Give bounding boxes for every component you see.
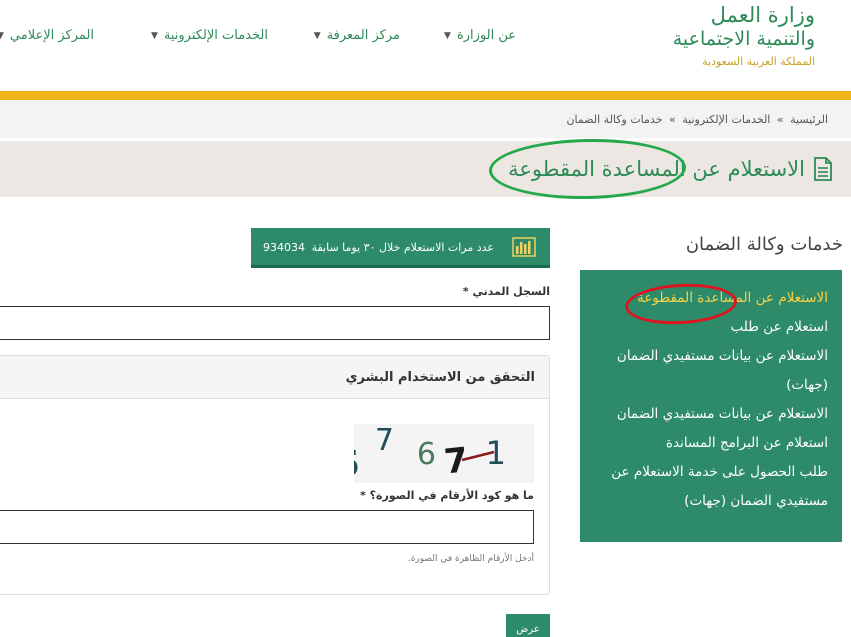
sidebar-item-request-service[interactable]: طلب الحصول على خدمة الاستعلام عن مستفيدي… xyxy=(590,458,828,516)
required-mark: * xyxy=(462,285,469,298)
logo-line-1: وزارة العمل xyxy=(710,3,815,27)
breadcrumb-home[interactable]: الرئيسية xyxy=(790,113,828,126)
stats-label: عدد مرات الاستعلام خلال ٣٠ يوما سابقة xyxy=(311,241,494,254)
captcha-digit: 7 xyxy=(375,424,394,458)
caret-down-icon: ▼ xyxy=(444,30,451,41)
sidebar-item-beneficiaries-entities[interactable]: الاستعلام عن بيانات مستفيدي الضمان (جهات… xyxy=(590,342,828,400)
captcha-digit: 6 xyxy=(417,437,436,472)
main-nav: عن الوزارة ▼ مركز المعرفة ▼ الخدمات الإلكت… xyxy=(0,28,851,48)
sidebar-menu: الاستعلام عن المساعدة المقطوعة استعلام ع… xyxy=(580,270,842,542)
captcha-question-label: ما هو كود الأرقام في الصورة؟ * xyxy=(360,489,534,502)
sidebar-item-request-inquiry[interactable]: استعلام عن طلب xyxy=(590,313,828,342)
nav-item-label: مركز المعرفة xyxy=(326,28,400,43)
document-icon xyxy=(814,157,832,181)
civil-id-input[interactable] xyxy=(0,306,550,340)
caret-down-icon: ▼ xyxy=(313,30,321,41)
breadcrumb-current[interactable]: خدمات وكالة الضمان xyxy=(566,113,662,126)
civil-id-label: السجل المدني * xyxy=(463,285,550,298)
captcha-helper-text: أدخل الأرقام الظاهرة في الصورة. xyxy=(407,554,534,564)
breadcrumb-separator: » xyxy=(776,113,784,126)
header-accent-bar xyxy=(0,91,851,100)
bar-chart-icon xyxy=(512,237,536,257)
captcha-digit: 5 xyxy=(354,444,360,483)
show-button[interactable]: عرض xyxy=(506,614,550,637)
page-title: الاستعلام عن المساعدة المقطوعة xyxy=(508,157,805,181)
required-mark: * xyxy=(359,489,366,502)
civil-id-label-text: السجل المدني xyxy=(472,285,550,298)
breadcrumb-e-services[interactable]: الخدمات الإلكترونية xyxy=(682,113,770,126)
breadcrumb-separator: » xyxy=(669,113,676,126)
nav-item-label: الخدمات الإلكترونية xyxy=(163,28,268,43)
captcha-panel-header: التحقق من الاستخدام البشري xyxy=(0,356,549,399)
stats-tab[interactable]: عدد مرات الاستعلام خلال ٣٠ يوما سابقة 93… xyxy=(251,228,550,268)
sidebar-item-beneficiaries[interactable]: الاستعلام عن بيانات مستفيدي الضمان xyxy=(590,400,828,429)
stats-value: 934034 xyxy=(263,241,305,254)
nav-item-knowledge-center[interactable]: مركز المعرفة ▼ xyxy=(314,28,400,43)
captcha-digit: 7 xyxy=(442,440,470,482)
breadcrumb-band: الرئيسية » الخدمات الإلكترونية » خدمات و… xyxy=(0,100,851,138)
captcha-image: 5 7 6 7 1 xyxy=(354,424,534,483)
caret-down-icon: ▼ xyxy=(150,30,158,41)
sidebar-item-lump-sum-inquiry[interactable]: الاستعلام عن المساعدة المقطوعة xyxy=(590,284,828,313)
nav-item-about-ministry[interactable]: عن الوزارة ▼ xyxy=(444,28,516,43)
captcha-title: التحقق من الاستخدام البشري xyxy=(345,370,535,385)
nav-item-media-center[interactable]: المركز الإعلامي ▼ xyxy=(0,28,94,43)
captcha-input[interactable] xyxy=(0,510,534,544)
sidebar-title: خدمات وكالة الضمان xyxy=(685,234,843,255)
nav-item-label: عن الوزارة xyxy=(456,28,516,43)
nav-item-e-services[interactable]: الخدمات الإلكترونية ▼ xyxy=(151,28,268,43)
logo-line-3: المملكة العربية السعودية xyxy=(702,55,815,68)
sidebar-item-support-programs[interactable]: استعلام عن البرامج المساندة xyxy=(590,429,828,458)
nav-item-label: المركز الإعلامي xyxy=(9,28,94,43)
captcha-question-text: ما هو كود الأرقام في الصورة؟ xyxy=(369,489,534,502)
breadcrumb: الرئيسية » الخدمات الإلكترونية » خدمات و… xyxy=(566,113,828,126)
caret-down-icon: ▼ xyxy=(0,30,4,41)
